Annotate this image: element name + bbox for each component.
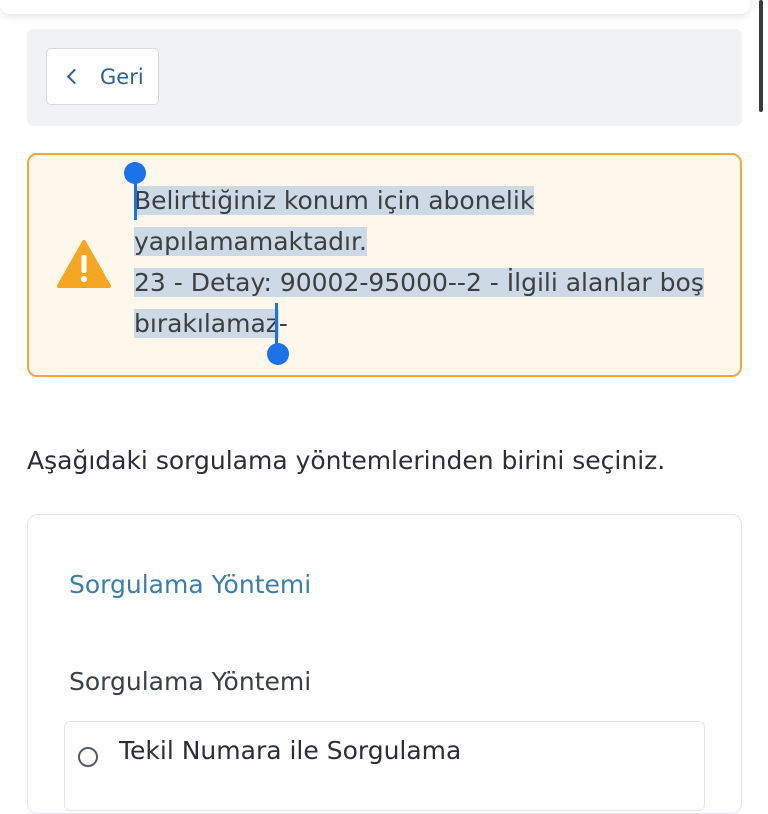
selection-start-handle[interactable]	[124, 162, 146, 220]
alert-message[interactable]: Belirttiğiniz konum için abonelik yapıla…	[134, 180, 714, 344]
chevron-left-icon	[66, 68, 83, 85]
scrollbar[interactable]	[759, 0, 763, 112]
radio-button[interactable]	[78, 747, 98, 767]
alert-line: yapılamamaktadır.	[134, 227, 367, 256]
alert-line: Belirttiğiniz konum için abonelik	[134, 186, 535, 215]
alert-line: 23 - Detay: 90002-95000--2 - İlgili alan…	[134, 268, 704, 297]
instruction-text: Aşağıdaki sorgulama yöntemlerinden birin…	[27, 446, 666, 475]
alert-line: bırakılamaz	[134, 309, 279, 338]
field-label: Sorgulama Yöntemi	[69, 667, 312, 696]
alert-trailing-text: -	[278, 309, 288, 338]
option-single-number[interactable]: Tekil Numara ile Sorgulama	[64, 721, 705, 811]
warning-icon	[57, 240, 111, 288]
back-panel: Geri	[27, 29, 742, 126]
card-title: Sorgulama Yöntemi	[69, 570, 312, 599]
query-method-card: Sorgulama Yöntemi Sorgulama Yöntemi Teki…	[27, 514, 742, 814]
back-button-label: Geri	[100, 64, 144, 89]
selection-end-handle[interactable]	[267, 303, 289, 365]
top-card	[0, 0, 750, 14]
option-label: Tekil Numara ile Sorgulama	[119, 736, 462, 765]
back-button[interactable]: Geri	[46, 48, 159, 105]
